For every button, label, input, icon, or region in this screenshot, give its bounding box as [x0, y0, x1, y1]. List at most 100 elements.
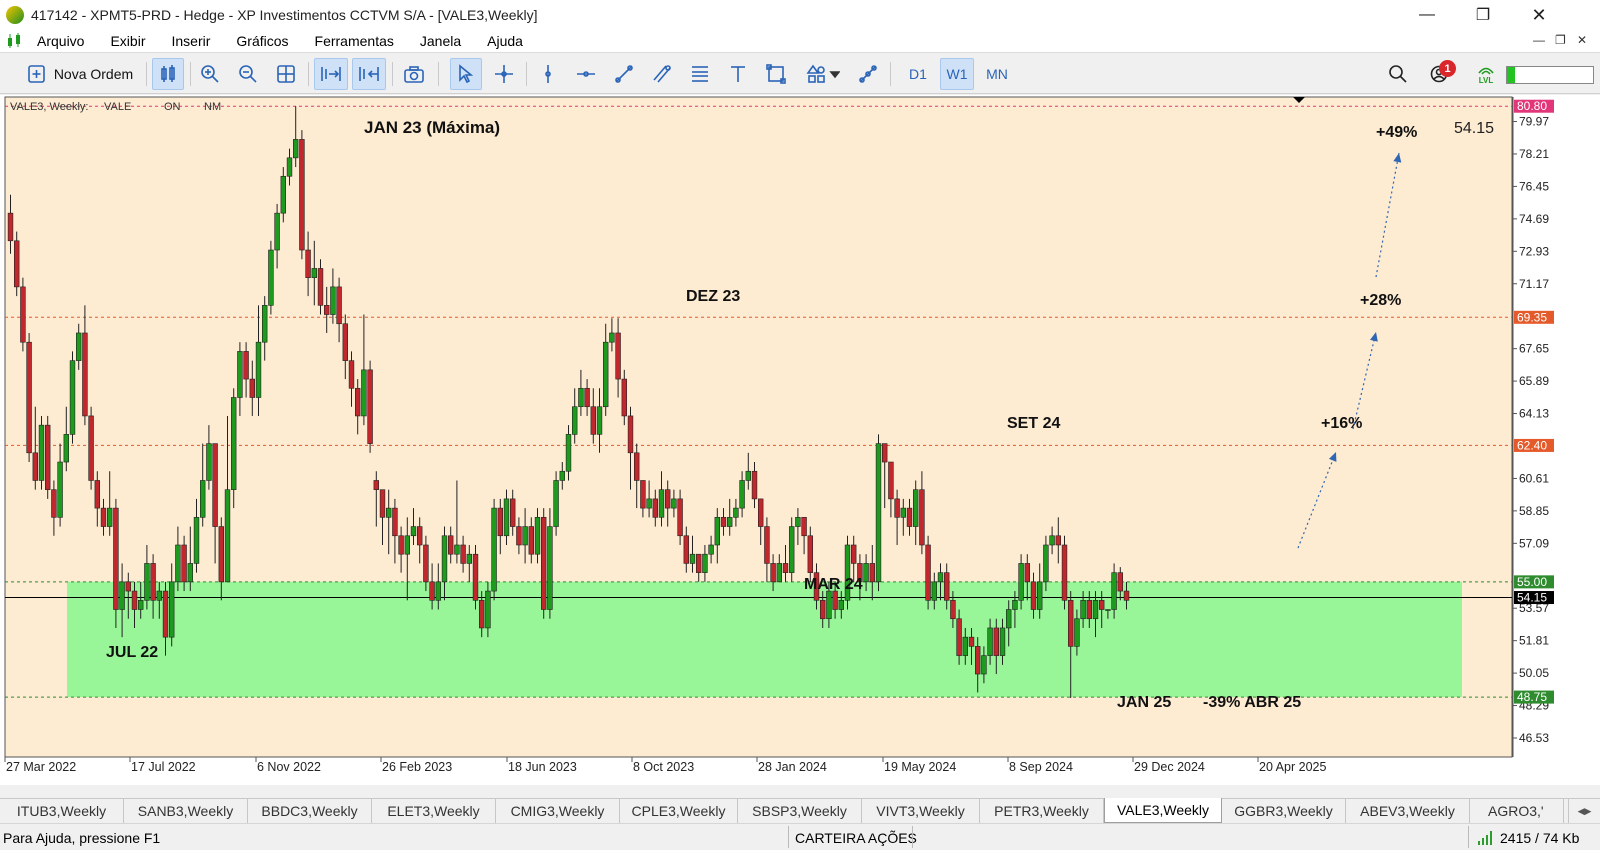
zoom-out-button[interactable] [234, 58, 262, 90]
vertical-line-tool-button[interactable] [534, 58, 562, 90]
tab-vale3[interactable]: VALE3,Weekly [1104, 798, 1222, 823]
price-axis[interactable] [1513, 97, 1600, 757]
tab-ggbr3[interactable]: GGBR3,Weekly [1222, 799, 1346, 823]
new-order-button[interactable]: Nova Ordem [20, 58, 140, 90]
candle [1012, 599, 1018, 610]
search-button[interactable] [1384, 58, 1412, 90]
candle [410, 526, 417, 537]
candle [441, 535, 448, 583]
crosshair-icon [495, 65, 513, 83]
candle [280, 175, 286, 214]
candle [547, 526, 553, 610]
candle [838, 599, 845, 610]
tab-itub3[interactable]: ITUB3,Weekly [0, 799, 124, 823]
chart-window[interactable]: 79.97 78.21 76.45 74.69 72.93 71.17 67.65 65.89… [0, 95, 1600, 785]
maximize-button[interactable]: ❐ [1454, 0, 1512, 30]
tab-elet3[interactable]: ELET3,Weekly [372, 799, 496, 823]
timeframe-mn-button[interactable]: MN [980, 58, 1014, 90]
tab-sanb3[interactable]: SANB3,Weekly [124, 799, 248, 823]
camera-icon [404, 66, 424, 83]
candle [962, 636, 969, 656]
level-price-label: 69.35 [1517, 310, 1547, 324]
autoscroll-icon [321, 67, 341, 81]
autoscroll-button[interactable] [314, 58, 348, 90]
candle [175, 544, 181, 583]
mdi-restore-button[interactable]: ❐ [1555, 33, 1566, 47]
horizontal-line-tool-button[interactable] [572, 58, 600, 90]
candle [503, 498, 510, 537]
level-price-label: 54.15 [1517, 591, 1547, 605]
notifications-button[interactable]: 1 [1420, 58, 1460, 90]
shapes-tool-button[interactable] [800, 58, 846, 90]
minimize-button[interactable]: — [1398, 0, 1456, 30]
level-price-label: 48.75 [1517, 690, 1547, 704]
crosshair-tool-button[interactable] [490, 58, 518, 90]
tab-cmig3[interactable]: CMIG3,Weekly [496, 799, 620, 823]
tab-sbsp3[interactable]: SBSP3,Weekly [738, 799, 862, 823]
chart-shift-icon [359, 67, 379, 81]
candle [534, 517, 541, 555]
candle [627, 415, 634, 454]
toolbar: Nova Ordem D1 W1 MN 1 LVL [0, 54, 1600, 94]
chart-annotation-text: +28% [1360, 292, 1401, 309]
status-profile[interactable]: CARTEIRA AÇÕES [795, 830, 917, 846]
candle [107, 507, 113, 527]
candle [602, 341, 609, 408]
candle [466, 553, 472, 564]
close-button[interactable]: ✕ [1510, 0, 1568, 30]
menu-graficos[interactable]: Gráficos [223, 33, 301, 49]
channel-icon [653, 65, 671, 83]
timeframe-w1-button[interactable]: W1 [940, 58, 974, 90]
candle [169, 581, 175, 638]
candle [596, 406, 603, 435]
candle [398, 535, 404, 555]
tab-petr3[interactable]: PETR3,Weekly [980, 799, 1104, 823]
menu-arquivo[interactable]: Arquivo [24, 33, 97, 49]
chart-shift-button[interactable] [352, 58, 386, 90]
zoom-in-button[interactable] [196, 58, 224, 90]
tab-scroll-button[interactable]: ◀▶ [1568, 799, 1600, 823]
cursor-tool-button[interactable] [450, 58, 482, 90]
price-chart[interactable]: 79.97 78.21 76.45 74.69 72.93 71.17 67.65 65.89… [0, 95, 1600, 785]
menu-ferramentas[interactable]: Ferramentas [302, 33, 407, 49]
signal-level-button[interactable]: LVL [1472, 58, 1500, 90]
text-tool-button[interactable] [724, 58, 752, 90]
mdi-close-button[interactable]: ✕ [1577, 33, 1587, 47]
chart-annotation-text: MAR 24 [804, 576, 863, 593]
tile-windows-button[interactable] [272, 58, 300, 90]
mdi-minimize-button[interactable]: — [1533, 33, 1545, 47]
tab-bbdc3[interactable]: BBDC3,Weekly [248, 799, 372, 823]
candlestick-chart-button[interactable] [152, 58, 184, 90]
candle [243, 351, 249, 380]
support-zone-rectangle[interactable] [67, 581, 1462, 698]
time-tick-label: 28 Jan 2024 [758, 760, 827, 774]
candle [565, 434, 572, 472]
fibonacci-tool-button[interactable] [686, 58, 714, 90]
rectangle-tool-button[interactable] [762, 58, 790, 90]
price-tick-label: 72.93 [1519, 244, 1549, 258]
candle [342, 323, 348, 361]
candle [540, 517, 547, 610]
candle [702, 553, 708, 573]
timeframe-d1-button[interactable]: D1 [902, 58, 934, 90]
tab-cple3[interactable]: CPLE3,Weekly [620, 799, 738, 823]
screenshot-button[interactable] [398, 58, 430, 90]
trendline-tool-button[interactable] [610, 58, 638, 90]
tab-agro3[interactable]: AGRO3,' [1470, 799, 1564, 823]
candle [1092, 599, 1099, 620]
tab-vivt3[interactable]: VIVT3,Weekly [862, 799, 980, 823]
menu-exibir[interactable]: Exibir [97, 33, 158, 49]
tab-abev3[interactable]: ABEV3,Weekly [1346, 799, 1470, 823]
channel-tool-button[interactable] [648, 58, 676, 90]
price-tick-label: 60.61 [1519, 471, 1549, 485]
time-tick-label: 26 Feb 2023 [382, 760, 452, 774]
menu-janela[interactable]: Janela [407, 33, 474, 49]
chart-tabs: ITUB3,Weekly SANB3,Weekly BBDC3,Weekly E… [0, 798, 1600, 823]
menu-ajuda[interactable]: Ajuda [474, 33, 536, 49]
time-tick-label: 6 Nov 2022 [257, 760, 321, 774]
candle [20, 286, 26, 343]
status-help: Para Ajuda, pressione F1 [3, 830, 161, 846]
object-list-button[interactable] [854, 58, 882, 90]
menu-inserir[interactable]: Inserir [158, 33, 223, 49]
connection-meter [1506, 66, 1594, 84]
